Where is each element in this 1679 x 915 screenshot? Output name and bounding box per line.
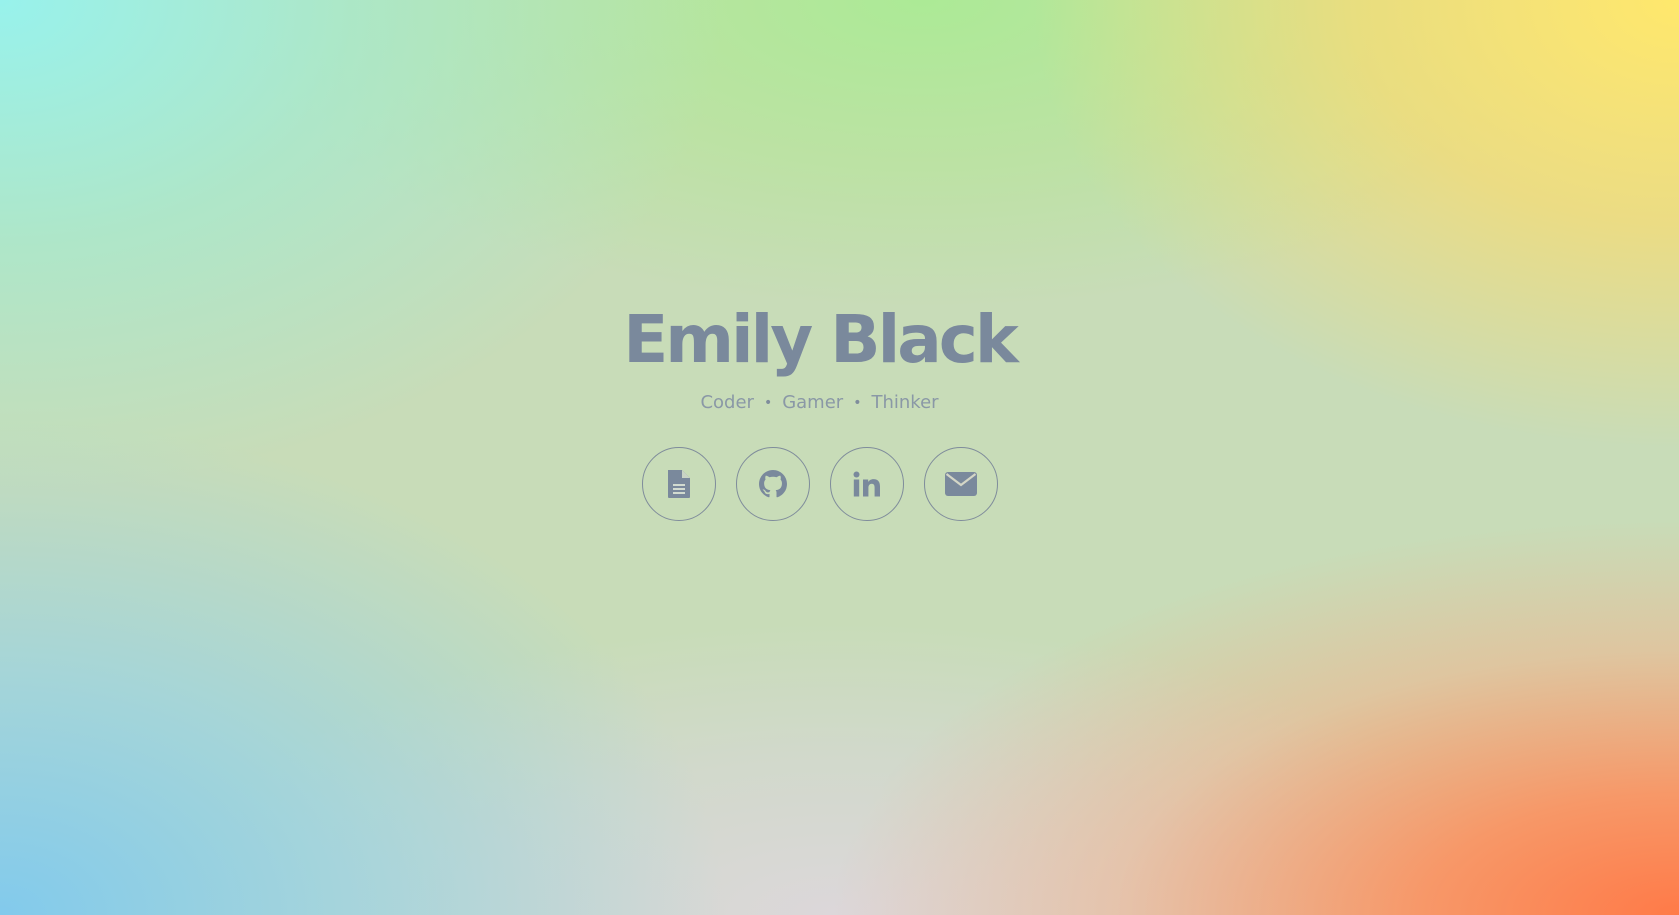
tag-coder: Coder bbox=[700, 392, 754, 413]
tag-separator: • bbox=[853, 394, 862, 411]
github-icon bbox=[758, 470, 787, 498]
social-links bbox=[641, 447, 998, 521]
profile-name: Emily Black bbox=[623, 301, 1019, 378]
tag-thinker: Thinker bbox=[871, 392, 939, 413]
resume-button[interactable] bbox=[641, 447, 716, 521]
tag-gamer: Gamer bbox=[782, 392, 844, 413]
github-button[interactable] bbox=[735, 447, 810, 521]
tag-separator: • bbox=[763, 394, 773, 411]
hero: Emily Black Coder • Gamer • Thinker bbox=[0, 300, 1679, 521]
email-button[interactable] bbox=[923, 447, 998, 521]
document-icon bbox=[666, 469, 692, 499]
linkedin-button[interactable] bbox=[829, 447, 904, 521]
tagline: Coder • Gamer • Thinker bbox=[700, 392, 938, 413]
linkedin-icon bbox=[853, 471, 881, 497]
envelope-icon bbox=[944, 472, 977, 496]
